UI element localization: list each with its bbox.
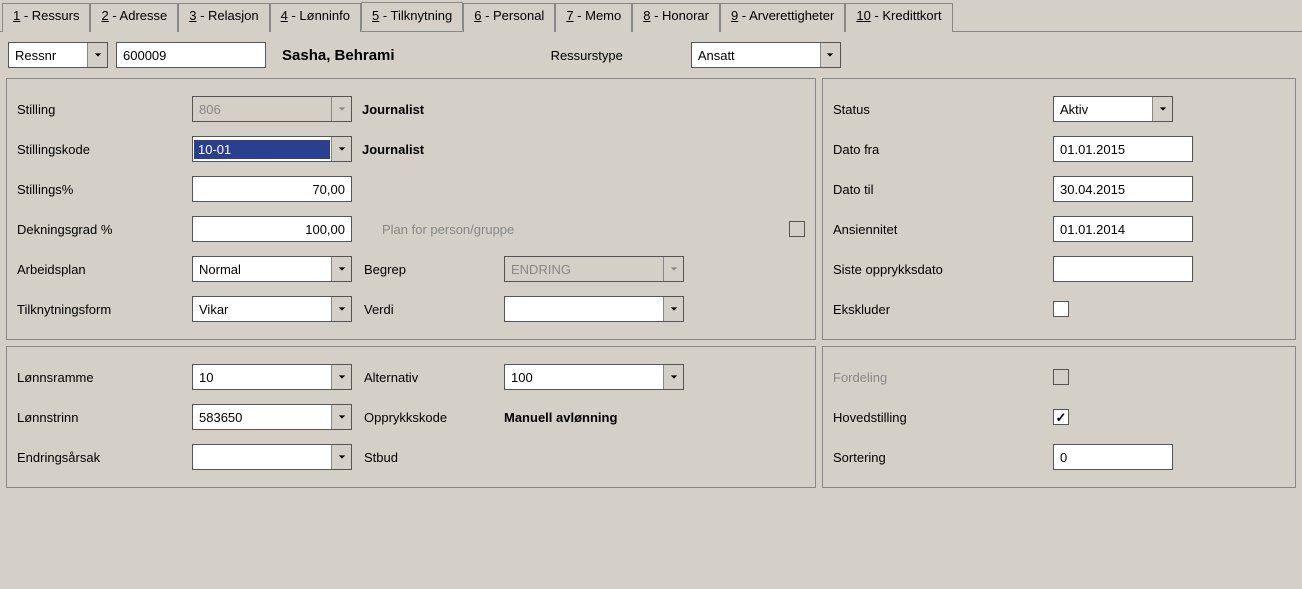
chevron-down-icon	[331, 445, 351, 469]
stillingspct-input[interactable]: 70,00	[192, 176, 352, 202]
status-label: Status	[833, 102, 1053, 117]
endringsarsak-combo[interactable]	[192, 444, 352, 470]
tab-memo[interactable]: 7 - Memo	[555, 3, 632, 32]
chevron-down-icon	[331, 137, 351, 161]
datotil-input[interactable]: 30.04.2015	[1053, 176, 1193, 202]
tab-tilknytning[interactable]: 5 - Tilknytning	[361, 2, 463, 31]
sisteopprykk-label: Siste opprykksdato	[833, 262, 1053, 277]
chevron-down-icon	[331, 97, 351, 121]
ressnr-input[interactable]: 600009	[116, 42, 266, 68]
stillingskode-label: Stillingskode	[17, 142, 192, 157]
verdi-label: Verdi	[364, 302, 504, 317]
tab-honorar[interactable]: 8 - Honorar	[632, 3, 720, 32]
alternativ-combo[interactable]: 100	[504, 364, 684, 390]
lonnstrinn-combo[interactable]: 583650	[192, 404, 352, 430]
chevron-down-icon	[663, 297, 683, 321]
ressurstype-label: Ressurstype	[551, 48, 623, 63]
tab-kredittkort[interactable]: 10 - Kredittkort	[845, 3, 952, 32]
chevron-down-icon	[331, 257, 351, 281]
stillingskode-desc: Journalist	[362, 142, 424, 157]
tilknytning-combo[interactable]: Vikar	[192, 296, 352, 322]
chevron-down-icon	[663, 257, 683, 281]
lonnsramme-label: Lønnsramme	[17, 370, 192, 385]
opprykkskode-desc: Manuell avlønning	[504, 410, 617, 425]
lonnsramme-combo[interactable]: 10	[192, 364, 352, 390]
stilling-desc: Journalist	[362, 102, 424, 117]
panel-lonn: Lønnsramme 10 Alternativ 100 Lønnstrinn …	[6, 346, 816, 488]
stbud-label: Stbud	[364, 450, 504, 465]
tab-arverettigheter[interactable]: 9 - Arverettigheter	[720, 3, 845, 32]
tab-lønninfo[interactable]: 4 - Lønninfo	[270, 3, 361, 32]
tab-adresse[interactable]: 2 - Adresse	[90, 3, 178, 32]
search-field-combo[interactable]: Ressnr	[8, 42, 108, 68]
arbeidsplan-label: Arbeidsplan	[17, 262, 192, 277]
hovedstilling-checkbox[interactable]	[1053, 409, 1069, 425]
tab-personal[interactable]: 6 - Personal	[463, 3, 555, 32]
stillingspct-label: Stillings%	[17, 182, 192, 197]
arbeidsplan-combo[interactable]: Normal	[192, 256, 352, 282]
stilling-combo: 806	[192, 96, 352, 122]
datotil-label: Dato til	[833, 182, 1053, 197]
sortering-label: Sortering	[833, 450, 1053, 465]
lonnstrinn-label: Lønnstrinn	[17, 410, 192, 425]
datofra-input[interactable]: 01.01.2015	[1053, 136, 1193, 162]
stilling-label: Stilling	[17, 102, 192, 117]
tab-bar: 1 - Ressurs2 - Adresse3 - Relasjon4 - Lø…	[0, 0, 1302, 32]
ressurstype-combo[interactable]: Ansatt	[691, 42, 841, 68]
chevron-down-icon	[820, 43, 840, 67]
ansiennitet-label: Ansiennitet	[833, 222, 1053, 237]
person-name: Sasha, Behrami	[282, 47, 395, 64]
plan-checkbox	[789, 221, 805, 237]
ekskluder-label: Ekskluder	[833, 302, 1053, 317]
verdi-combo[interactable]	[504, 296, 684, 322]
fordeling-label: Fordeling	[833, 370, 1053, 385]
chevron-down-icon	[331, 297, 351, 321]
opprykkskode-label: Opprykkskode	[364, 410, 504, 425]
tab-ressurs[interactable]: 1 - Ressurs	[2, 3, 90, 32]
plan-label: Plan for person/gruppe	[382, 222, 514, 237]
begrep-label: Begrep	[364, 262, 504, 277]
chevron-down-icon	[663, 365, 683, 389]
begrep-combo: ENDRING	[504, 256, 684, 282]
fordeling-checkbox	[1053, 369, 1069, 385]
dekning-input[interactable]: 100,00	[192, 216, 352, 242]
endringsarsak-label: Endringsårsak	[17, 450, 192, 465]
panel-status: Status Aktiv Dato fra 01.01.2015 Dato ti…	[822, 78, 1296, 340]
toolbar: Ressnr 600009 Sasha, Behrami Ressurstype…	[0, 32, 1302, 78]
chevron-down-icon	[331, 405, 351, 429]
panel-stilling: Stilling 806 Journalist Stillingskode 10…	[6, 78, 816, 340]
sisteopprykk-input[interactable]	[1053, 256, 1193, 282]
ekskluder-checkbox[interactable]	[1053, 301, 1069, 317]
dekning-label: Dekningsgrad %	[17, 222, 192, 237]
chevron-down-icon	[87, 43, 107, 67]
chevron-down-icon	[331, 365, 351, 389]
tab-relasjon[interactable]: 3 - Relasjon	[178, 3, 269, 32]
hovedstilling-label: Hovedstilling	[833, 410, 1053, 425]
status-combo[interactable]: Aktiv	[1053, 96, 1173, 122]
ansiennitet-input[interactable]: 01.01.2014	[1053, 216, 1193, 242]
chevron-down-icon	[1152, 97, 1172, 121]
alternativ-label: Alternativ	[364, 370, 504, 385]
datofra-label: Dato fra	[833, 142, 1053, 157]
stillingskode-combo[interactable]: 10-01	[192, 136, 352, 162]
panel-fordeling: Fordeling Hovedstilling Sortering 0	[822, 346, 1296, 488]
sortering-input[interactable]: 0	[1053, 444, 1173, 470]
tilknytning-label: Tilknytningsform	[17, 302, 192, 317]
